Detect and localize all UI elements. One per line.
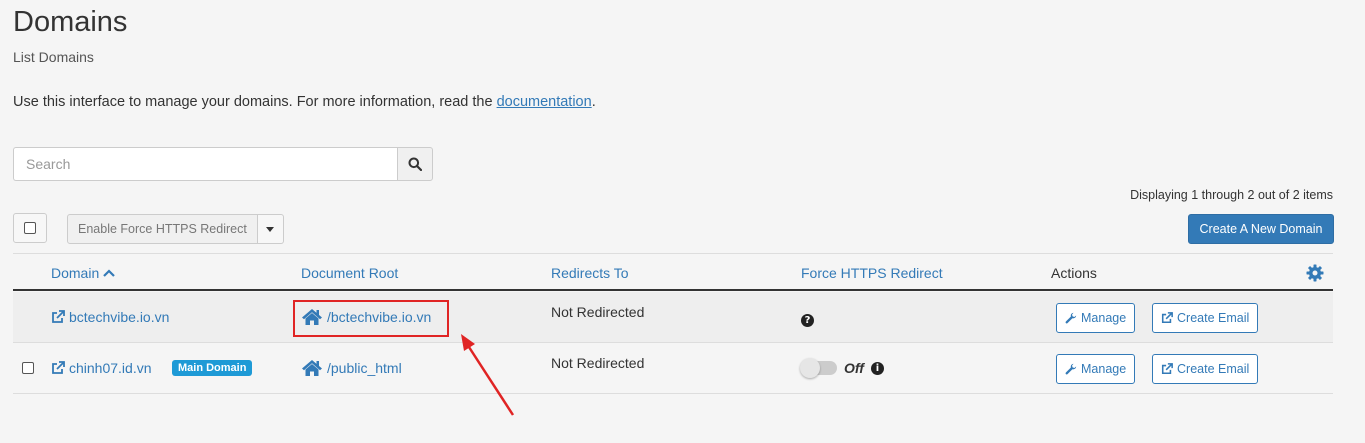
enable-force-https-button[interactable]: Enable Force HTTPS Redirect: [67, 214, 258, 244]
wrench-icon: [1065, 363, 1077, 375]
intro-text-end: .: [591, 94, 596, 110]
column-header-document-root[interactable]: Document Root: [301, 265, 398, 281]
force-https-status: ?: [801, 310, 814, 327]
domain-name: chinh07.id.vn: [69, 360, 152, 376]
bulk-action-group: Enable Force HTTPS Redirect: [67, 214, 284, 244]
search-icon: [408, 157, 422, 171]
table-row: chinh07.id.vn Main Domain /public_html N…: [13, 343, 1333, 394]
external-link-icon: [52, 361, 65, 374]
create-email-button[interactable]: Create Email: [1152, 303, 1259, 333]
sort-ascending-icon: [103, 269, 116, 277]
gear-icon[interactable]: [1306, 264, 1324, 282]
search-button[interactable]: [396, 147, 433, 181]
intro-text-body: Use this interface to manage your domain…: [13, 94, 497, 110]
manage-button[interactable]: Manage: [1056, 354, 1136, 384]
column-header-actions: Actions: [1051, 265, 1097, 281]
domain-name: bctechvibe.io.vn: [69, 309, 170, 325]
manage-label: Manage: [1081, 362, 1127, 376]
annotation-highlight-box: [293, 300, 449, 337]
redirects-to-value: Not Redirected: [551, 304, 645, 320]
external-link-icon: [1161, 312, 1173, 324]
manage-label: Manage: [1081, 311, 1127, 325]
info-circle-icon[interactable]: i: [870, 361, 884, 375]
create-email-button[interactable]: Create Email: [1152, 354, 1259, 384]
create-new-domain-button[interactable]: Create A New Domain: [1188, 214, 1334, 244]
document-root-path: /public_html: [327, 360, 402, 376]
intro-text: Use this interface to manage your domain…: [13, 94, 596, 110]
table-header: Domain Document Root Redirects To Force …: [13, 253, 1333, 291]
pagination-summary: Displaying 1 through 2 out of 2 items: [1130, 188, 1333, 202]
column-header-redirects-to[interactable]: Redirects To: [551, 265, 629, 281]
column-header-force-https[interactable]: Force HTTPS Redirect: [801, 265, 943, 281]
page-subtitle: List Domains: [13, 49, 94, 65]
force-https-toggle[interactable]: [800, 358, 837, 378]
redirects-to-value: Not Redirected: [551, 355, 645, 371]
question-circle-icon[interactable]: ?: [801, 314, 814, 327]
search-bar: [13, 147, 433, 181]
row-checkbox[interactable]: [22, 362, 34, 374]
manage-button[interactable]: Manage: [1056, 303, 1136, 333]
annotation-arrow-icon: [461, 334, 515, 416]
external-link-icon: [52, 310, 65, 323]
document-root-link[interactable]: /public_html: [301, 359, 402, 377]
table-row: bctechvibe.io.vn /bctechvibe.io.vn Not R…: [13, 292, 1333, 343]
column-header-domain[interactable]: Domain: [51, 265, 116, 281]
force-https-control: Off i: [800, 358, 884, 378]
bulk-action-dropdown-toggle[interactable]: [257, 214, 284, 244]
create-email-label: Create Email: [1177, 311, 1250, 325]
home-icon: [302, 360, 322, 376]
column-header-domain-label: Domain: [51, 265, 100, 281]
create-email-label: Create Email: [1177, 362, 1250, 376]
search-input[interactable]: [13, 147, 397, 181]
select-all-checkbox[interactable]: [24, 222, 36, 234]
toggle-knob: [800, 358, 820, 378]
external-link-icon: [1161, 363, 1173, 375]
select-all-checkbox-wrap: [13, 213, 47, 243]
caret-down-icon: [266, 226, 275, 232]
domain-link[interactable]: chinh07.id.vn: [51, 360, 152, 376]
domain-link[interactable]: bctechvibe.io.vn: [51, 309, 169, 325]
main-domain-badge: Main Domain: [172, 360, 253, 376]
page-title: Domains: [13, 6, 128, 38]
row-checkbox-wrap: [22, 362, 34, 374]
documentation-link[interactable]: documentation: [497, 94, 592, 110]
wrench-icon: [1065, 312, 1077, 324]
force-https-state: Off: [844, 360, 864, 376]
